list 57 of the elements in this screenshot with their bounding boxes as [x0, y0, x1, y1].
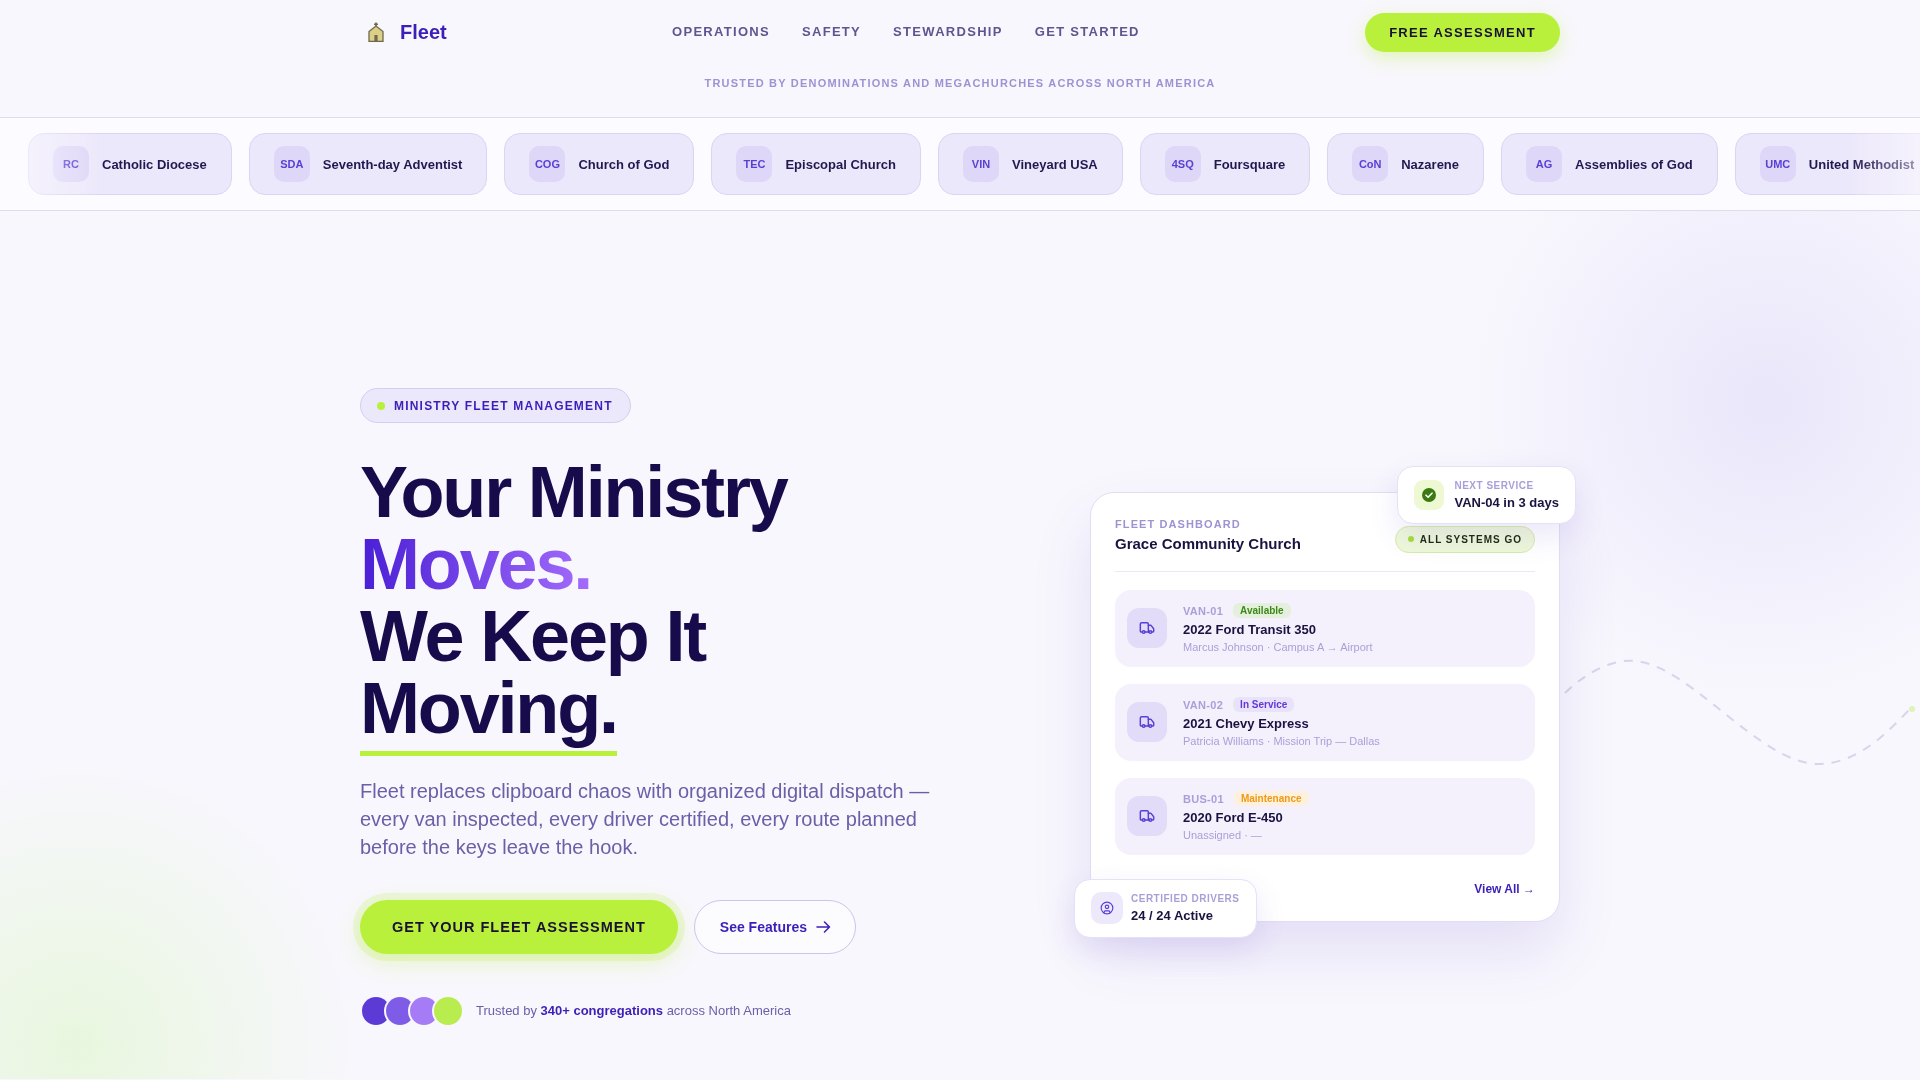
nav-link[interactable]: GET STARTED — [1034, 24, 1140, 40]
nav-link[interactable]: STEWARDSHIP — [893, 24, 1003, 40]
vehicle-name: 2020 Ford E-450 — [1183, 809, 1284, 826]
church-name: Grace Community Church — [1115, 534, 1301, 553]
toast-label: CERTIFIED DRIVERS — [1131, 892, 1240, 905]
trust-text: Trusted by 340+ congregations across North America — [476, 1003, 791, 1019]
dot-icon — [377, 401, 385, 410]
vehicle-id: BUS-01 — [1183, 792, 1224, 805]
dot-icon — [1407, 536, 1414, 542]
denomination-name: Vineyard USA — [1011, 156, 1098, 172]
view-all-link[interactable]: View All → — [1474, 880, 1535, 897]
free-assessment-button[interactable]: FREE ASSESSMENT — [1365, 12, 1560, 52]
denomination-name: Seventh-day Adventist — [322, 156, 463, 172]
vehicle-detail: Marcus Johnson · Campus A → Airport — [1183, 639, 1373, 654]
toast-value: VAN-04 in 3 days — [1454, 493, 1559, 511]
vehicle-name: 2022 Ford Transit 350 — [1183, 621, 1317, 638]
vehicle-detail: Unassigned · — — [1183, 827, 1263, 842]
status-badge: ALL SYSTEMS GO — [1394, 525, 1535, 553]
hero-description: Fleet replaces clipboard chaos with organized digital dispatch — every van inspected, every driver certified, every route planned before the keys leave the hook. — [360, 779, 931, 860]
abbreviation-badge: CoN — [1352, 146, 1389, 182]
denomination-name: Nazarene — [1401, 156, 1460, 172]
dashboard-label: FLEET DASHBOARD — [1115, 516, 1242, 531]
fleet-assessment-button[interactable]: GET YOUR FLEET ASSESSMENT — [360, 900, 678, 954]
denomination-name: Church of God — [578, 156, 670, 172]
denomination-name: Catholic Diocese — [102, 156, 207, 172]
church-icon — [367, 22, 385, 42]
abbreviation-badge: VIN — [962, 146, 999, 182]
vehicle-id: VAN-02 — [1183, 698, 1224, 711]
status-tag: Available — [1233, 603, 1291, 618]
nav-link[interactable]: SAFETY — [802, 24, 862, 40]
nav-link[interactable]: OPERATIONS — [672, 24, 770, 40]
denomination-name: United Methodist — [1808, 156, 1915, 172]
toast-value: 24 / 24 Active — [1131, 907, 1214, 924]
vehicle-name: 2021 Chevy Express — [1183, 715, 1310, 732]
truck-icon — [1127, 796, 1167, 836]
status-tag: Maintenance — [1233, 791, 1309, 806]
abbreviation-badge: 4SQ — [1164, 146, 1201, 182]
abbreviation-badge: AG — [1526, 146, 1563, 182]
arrow-right-icon — [816, 921, 831, 933]
category-badge: MINISTRY FLEET MANAGEMENT — [360, 388, 631, 423]
abbreviation-badge: RC — [53, 146, 89, 182]
truck-icon — [1127, 702, 1167, 742]
status-tag: In Service — [1233, 697, 1295, 712]
vehicle-id: VAN-01 — [1183, 604, 1224, 617]
see-features-button[interactable]: See Features — [693, 900, 856, 954]
abbreviation-badge: COG — [529, 146, 566, 182]
denomination-name: Episcopal Church — [785, 156, 896, 172]
abbreviation-badge: SDA — [273, 146, 310, 182]
logo-text[interactable]: Fleet — [400, 20, 447, 44]
toast-label: NEXT SERVICE — [1454, 478, 1535, 492]
trusted-caption: TRUSTED BY DENOMINATIONS AND MEGACHURCHES ACROSS NORTH AMERICA — [703, 76, 1217, 91]
truck-icon — [1127, 608, 1167, 648]
abbreviation-badge: TEC — [736, 146, 773, 182]
denomination-name: Foursquare — [1213, 156, 1286, 172]
abbreviation-badge: UMC — [1759, 146, 1796, 182]
denomination-name: Assemblies of God — [1575, 156, 1693, 172]
vehicle-detail: Patricia Williams · Mission Trip — Dallas — [1183, 733, 1380, 748]
